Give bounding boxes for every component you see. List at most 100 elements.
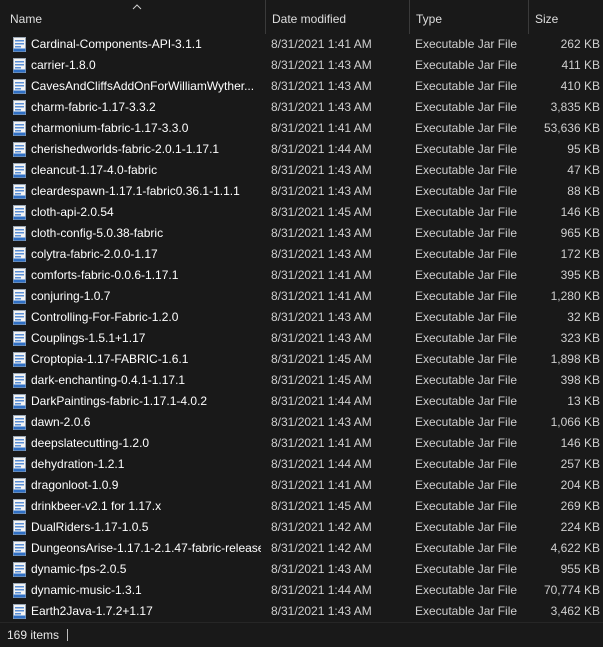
column-header-name[interactable]: Name: [4, 0, 264, 34]
jar-file-icon: [13, 562, 26, 577]
file-row[interactable]: CavesAndCliffsAddOnForWilliamWyther... 8/…: [0, 76, 603, 97]
file-name: DungeonsArise-1.17.1-2.1.47-fabric-relea…: [31, 541, 261, 555]
file-date-modified: 8/31/2021 1:43 AM: [271, 247, 372, 261]
file-row[interactable]: Couplings-1.5.1+1.17 8/31/2021 1:43 AM Exe…: [0, 328, 603, 349]
file-row[interactable]: Controlling-For-Fabric-1.2.0 8/31/2021 1:…: [0, 307, 603, 328]
file-row[interactable]: comforts-fabric-0.0.6-1.17.1 8/31/2021 1:…: [0, 265, 603, 286]
file-name: drinkbeer-v2.1 for 1.17.x: [31, 499, 162, 513]
jar-file-icon: [13, 121, 26, 136]
file-name: comforts-fabric-0.0.6-1.17.1: [31, 268, 179, 282]
file-row[interactable]: dynamic-music-1.3.1 8/31/2021 1:44 AM Exec…: [0, 580, 603, 601]
file-row[interactable]: conjuring-1.0.7 8/31/2021 1:41 AM Executab…: [0, 286, 603, 307]
file-row[interactable]: dehydration-1.2.1 8/31/2021 1:44 AM Execut…: [0, 454, 603, 475]
file-row[interactable]: Earth2Java-1.7.2+1.17 8/31/2021 1:43 AM Ex…: [0, 601, 603, 622]
jar-file-icon: [13, 142, 26, 157]
file-date-modified: 8/31/2021 1:44 AM: [271, 583, 372, 597]
file-date-modified: 8/31/2021 1:43 AM: [271, 310, 372, 324]
jar-file-icon: [13, 226, 26, 241]
file-type: Executable Jar File: [415, 163, 518, 177]
file-row[interactable]: charm-fabric-1.17-3.3.2 8/31/2021 1:43 AM…: [0, 97, 603, 118]
file-type: Executable Jar File: [415, 331, 518, 345]
file-size: 146 KB: [560, 205, 600, 219]
file-row[interactable]: carrier-1.8.0 8/31/2021 1:43 AM Executable…: [0, 55, 603, 76]
column-header-size[interactable]: Size: [528, 0, 603, 34]
file-row[interactable]: charmonium-fabric-1.17-3.3.0 8/31/2021 1:…: [0, 118, 603, 139]
file-size: 262 KB: [560, 37, 600, 51]
file-name: Earth2Java-1.7.2+1.17: [31, 604, 153, 618]
file-row[interactable]: dark-enchanting-0.4.1-1.17.1 8/31/2021 1:…: [0, 370, 603, 391]
file-date-modified: 8/31/2021 1:42 AM: [271, 541, 372, 555]
file-name: charm-fabric-1.17-3.3.2: [31, 100, 156, 114]
file-size: 323 KB: [560, 331, 600, 345]
file-type: Executable Jar File: [415, 121, 518, 135]
file-name: CavesAndCliffsAddOnForWilliamWyther...: [31, 79, 255, 93]
file-size: 965 KB: [560, 226, 600, 240]
file-type: Executable Jar File: [415, 205, 518, 219]
file-row[interactable]: DualRiders-1.17-1.0.5 8/31/2021 1:42 AM Ex…: [0, 517, 603, 538]
file-size: 4,622 KB: [550, 541, 600, 555]
file-name: dawn-2.0.6: [31, 415, 91, 429]
file-row[interactable]: DungeonsArise-1.17.1-2.1.47-fabric-relea…: [0, 538, 603, 559]
file-name: DarkPaintings-fabric-1.17.1-4.0.2: [31, 394, 208, 408]
file-name: cleancut-1.17-4.0-fabric: [31, 163, 158, 177]
file-type: Executable Jar File: [415, 268, 518, 282]
file-row[interactable]: colytra-fabric-2.0.0-1.17 8/31/2021 1:43 …: [0, 244, 603, 265]
jar-file-icon: [13, 247, 26, 262]
jar-file-icon: [13, 373, 26, 388]
column-header-type[interactable]: Type: [409, 0, 528, 34]
file-row[interactable]: drinkbeer-v2.1 for 1.17.x 8/31/2021 1:45 …: [0, 496, 603, 517]
file-row[interactable]: DarkPaintings-fabric-1.17.1-4.0.2 8/31/20…: [0, 391, 603, 412]
file-size: 1,280 KB: [550, 289, 600, 303]
jar-file-icon: [13, 268, 26, 283]
jar-file-icon: [13, 163, 26, 178]
file-size: 146 KB: [560, 436, 600, 450]
file-type: Executable Jar File: [415, 37, 518, 51]
file-row[interactable]: cloth-config-5.0.38-fabric 8/31/2021 1:43…: [0, 223, 603, 244]
file-row[interactable]: dynamic-fps-2.0.5 8/31/2021 1:43 AM Execut…: [0, 559, 603, 580]
file-name: DualRiders-1.17-1.0.5: [31, 520, 149, 534]
file-size: 172 KB: [560, 247, 600, 261]
jar-file-icon: [13, 604, 26, 619]
file-row[interactable]: Cardinal-Components-API-3.1.1 8/31/2021 1…: [0, 34, 603, 55]
jar-file-icon: [13, 394, 26, 409]
file-date-modified: 8/31/2021 1:43 AM: [271, 415, 372, 429]
jar-file-icon: [13, 352, 26, 367]
file-date-modified: 8/31/2021 1:45 AM: [271, 499, 372, 513]
jar-file-icon: [13, 331, 26, 346]
file-date-modified: 8/31/2021 1:43 AM: [271, 604, 372, 618]
file-row[interactable]: cleancut-1.17-4.0-fabric 8/31/2021 1:43 A…: [0, 160, 603, 181]
file-name: charmonium-fabric-1.17-3.3.0: [31, 121, 189, 135]
file-row[interactable]: cleardespawn-1.17.1-fabric0.36.1-1.1.1 8/…: [0, 181, 603, 202]
file-name: cloth-config-5.0.38-fabric: [31, 226, 164, 240]
file-row[interactable]: cherishedworlds-fabric-2.0.1-1.17.1 8/31/…: [0, 139, 603, 160]
file-type: Executable Jar File: [415, 226, 518, 240]
column-header-type-label: Type: [416, 12, 443, 26]
file-name: dynamic-fps-2.0.5: [31, 562, 127, 576]
column-header-date-modified[interactable]: Date modified: [265, 0, 409, 34]
file-row[interactable]: deepslatecutting-1.2.0 8/31/2021 1:41 AM E…: [0, 433, 603, 454]
file-size: 53,636 KB: [543, 121, 600, 135]
file-row[interactable]: dragonloot-1.0.9 8/31/2021 1:41 AM Executa…: [0, 475, 603, 496]
file-type: Executable Jar File: [415, 520, 518, 534]
status-divider: [67, 629, 68, 641]
file-size: 1,898 KB: [550, 352, 600, 366]
jar-file-icon: [13, 79, 26, 94]
file-size: 269 KB: [560, 499, 600, 513]
jar-file-icon: [13, 100, 26, 115]
chevron-up-icon: [132, 4, 142, 10]
item-count: 169 items: [7, 628, 60, 642]
file-size: 32 KB: [567, 310, 600, 324]
file-name: dragonloot-1.0.9: [31, 478, 119, 492]
file-row[interactable]: cloth-api-2.0.54 8/31/2021 1:45 AM Executa…: [0, 202, 603, 223]
file-name: Croptopia-1.17-FABRIC-1.6.1: [31, 352, 189, 366]
file-type: Executable Jar File: [415, 541, 518, 555]
file-row[interactable]: dawn-2.0.6 8/31/2021 1:43 AM Executable Ja…: [0, 412, 603, 433]
file-type: Executable Jar File: [415, 583, 518, 597]
file-date-modified: 8/31/2021 1:42 AM: [271, 520, 372, 534]
file-row[interactable]: Croptopia-1.17-FABRIC-1.6.1 8/31/2021 1:4…: [0, 349, 603, 370]
file-size: 3,462 KB: [550, 604, 600, 618]
jar-file-icon: [13, 37, 26, 52]
file-name: conjuring-1.0.7: [31, 289, 111, 303]
file-size: 204 KB: [560, 478, 600, 492]
file-date-modified: 8/31/2021 1:43 AM: [271, 562, 372, 576]
